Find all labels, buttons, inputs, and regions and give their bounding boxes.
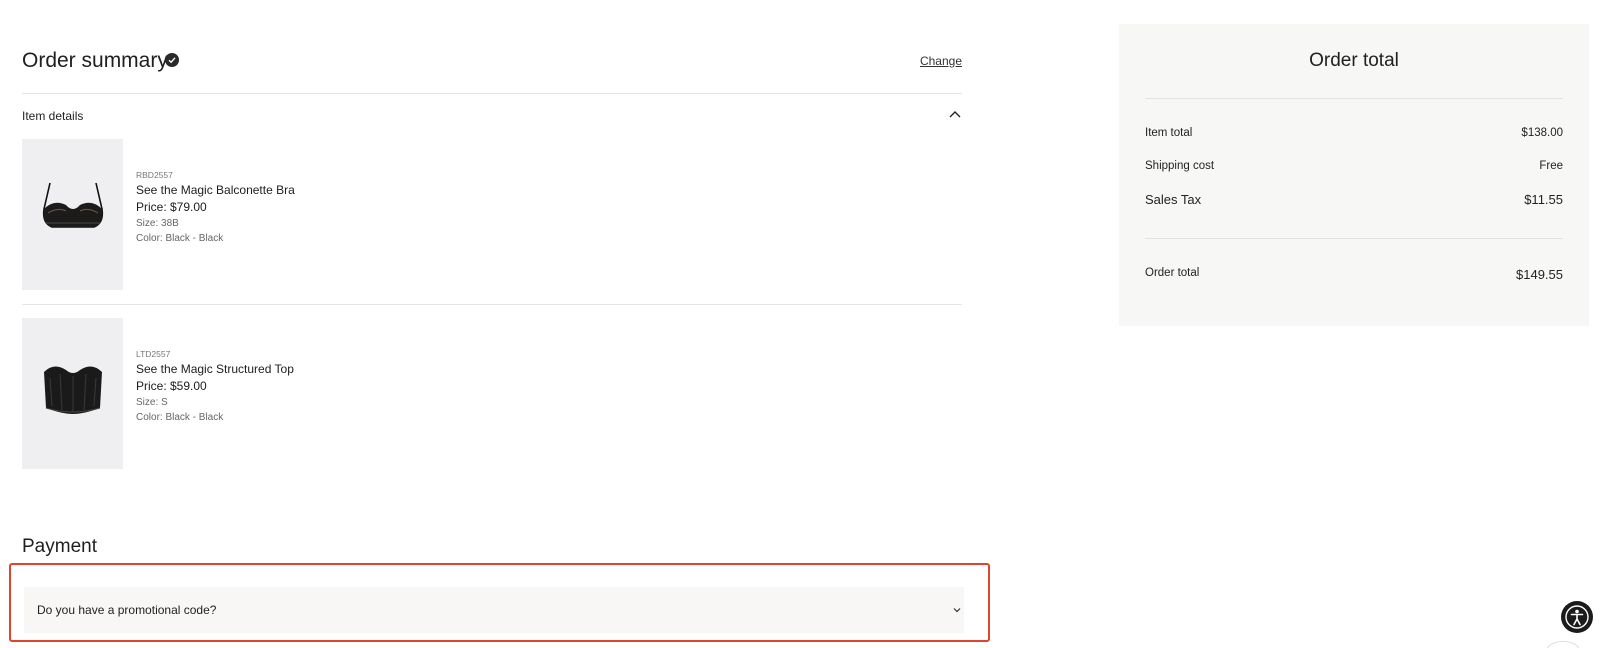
shipping-cost-value: Free <box>1539 160 1563 172</box>
list-item: LTD2557 See the Magic Structured Top Pri… <box>22 318 962 469</box>
product-size: Size: 38B <box>136 218 179 229</box>
product-name[interactable]: See the Magic Structured Top <box>136 360 294 378</box>
sales-tax-label: Sales Tax <box>1145 192 1202 207</box>
accessibility-button[interactable] <box>1561 601 1593 633</box>
item-details-label: Item details <box>22 109 84 123</box>
promo-code-highlight: Do you have a promotional code? <box>9 563 990 642</box>
promo-code-toggle[interactable]: Do you have a promotional code? <box>24 587 964 633</box>
order-total-panel: Order total Item total $138.00 Shipping … <box>1119 24 1589 326</box>
product-price: Price: $59.00 <box>136 379 207 393</box>
order-total-value: $149.55 <box>1516 267 1563 282</box>
product-color: Color: Black - Black <box>136 233 224 244</box>
sales-tax-row: Sales Tax $11.55 <box>1145 190 1563 210</box>
product-sku: RBD2557 <box>136 170 173 180</box>
divider <box>1145 98 1563 99</box>
check-circle-icon <box>165 53 179 67</box>
change-link[interactable]: Change <box>920 54 962 68</box>
item-details-toggle[interactable]: Item details <box>22 104 962 126</box>
sales-tax-value: $11.55 <box>1524 192 1563 207</box>
item-total-label: Item total <box>1145 127 1193 139</box>
divider <box>22 304 962 305</box>
list-item: RBD2557 See the Magic Balconette Bra Pri… <box>22 139 962 290</box>
structured-top-product-image[interactable] <box>22 318 123 469</box>
product-price: Price: $79.00 <box>136 200 207 214</box>
item-total-row: Item total $138.00 <box>1145 125 1563 145</box>
chevron-down-icon[interactable] <box>952 605 962 615</box>
payment-title: Payment <box>22 536 97 557</box>
product-color: Color: Black - Black <box>136 412 224 423</box>
promo-code-label: Do you have a promotional code? <box>37 603 217 617</box>
product-name[interactable]: See the Magic Balconette Bra <box>136 181 295 199</box>
bra-product-image[interactable] <box>22 139 123 290</box>
product-sku: LTD2557 <box>136 349 171 359</box>
order-total-row: Order total $149.55 <box>1145 265 1563 285</box>
item-total-value: $138.00 <box>1521 127 1563 139</box>
product-info: RBD2557 See the Magic Balconette Bra Pri… <box>136 169 295 246</box>
shipping-cost-row: Shipping cost Free <box>1145 158 1563 178</box>
product-info: LTD2557 See the Magic Structured Top Pri… <box>136 348 294 425</box>
order-summary-title: Order summary <box>22 49 168 72</box>
divider <box>22 93 962 94</box>
order-total-label: Order total <box>1145 267 1200 279</box>
divider <box>1145 238 1563 239</box>
shipping-cost-label: Shipping cost <box>1145 160 1215 172</box>
chevron-up-icon[interactable] <box>948 107 962 121</box>
order-total-title: Order total <box>1309 50 1399 71</box>
product-size: Size: S <box>136 397 168 408</box>
scroll-to-top-button[interactable] <box>1546 641 1580 648</box>
order-summary-header: Order summary Change <box>22 44 962 78</box>
accessibility-icon <box>1565 605 1589 629</box>
